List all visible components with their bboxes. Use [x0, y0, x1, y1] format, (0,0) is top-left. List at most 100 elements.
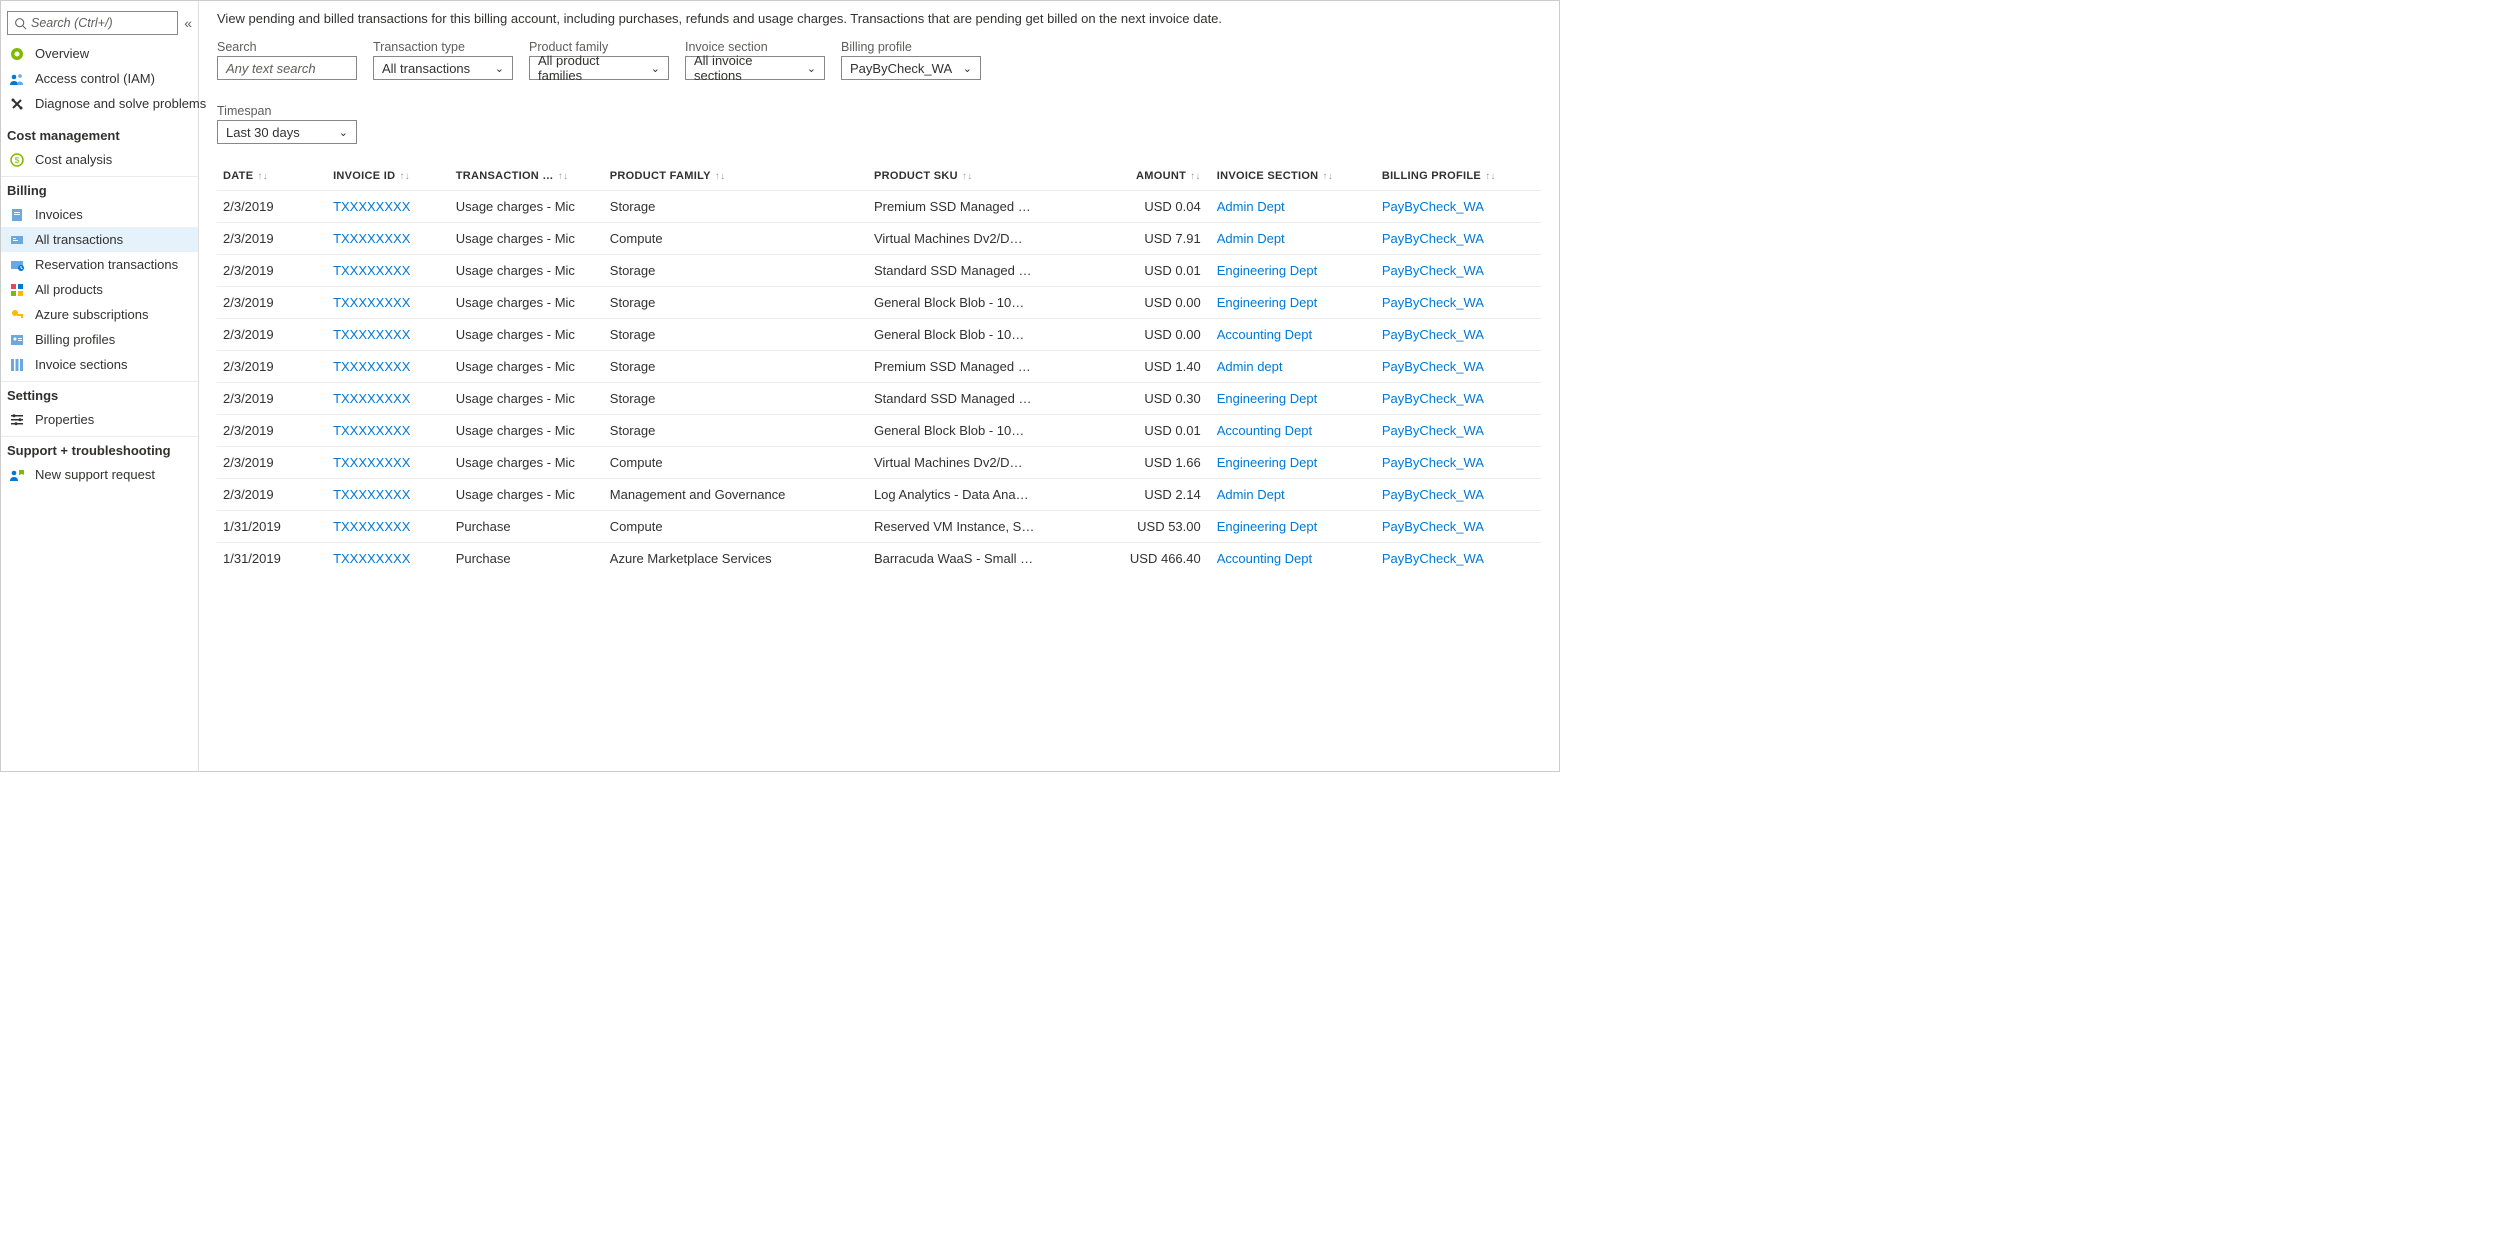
cell-billing-profile[interactable]: PayByCheck_WA	[1376, 383, 1541, 415]
cell-billing-profile[interactable]: PayByCheck_WA	[1376, 319, 1541, 351]
sidebar-item-cost-analysis[interactable]: $Cost analysis	[1, 147, 198, 172]
sidebar-item-new-support-request[interactable]: New support request	[1, 462, 198, 487]
sidebar-item-billing-profiles[interactable]: Billing profiles	[1, 327, 198, 352]
cell-invoice-section[interactable]: Admin Dept	[1211, 223, 1376, 255]
sort-icon: ↑↓	[1485, 171, 1496, 182]
sidebar-item-overview[interactable]: Overview	[1, 41, 198, 66]
cell-invoice-section[interactable]: Engineering Dept	[1211, 447, 1376, 479]
table-row[interactable]: 2/3/2019TXXXXXXXXUsage charges - MicComp…	[217, 223, 1541, 255]
cell-invoice-id[interactable]: TXXXXXXXX	[327, 415, 450, 447]
sidebar-item-properties[interactable]: Properties	[1, 407, 198, 432]
sidebar-item-label: All transactions	[35, 232, 123, 247]
sidebar-item-access-control-iam-[interactable]: Access control (IAM)	[1, 66, 198, 91]
sidebar-item-all-products[interactable]: All products	[1, 277, 198, 302]
cell-billing-profile[interactable]: PayByCheck_WA	[1376, 223, 1541, 255]
table-row[interactable]: 2/3/2019TXXXXXXXXUsage charges - MicStor…	[217, 319, 1541, 351]
cell-billing-profile[interactable]: PayByCheck_WA	[1376, 479, 1541, 511]
cell-invoice-section[interactable]: Accounting Dept	[1211, 415, 1376, 447]
sidebar-item-invoice-sections[interactable]: Invoice sections	[1, 352, 198, 377]
table-row[interactable]: 1/31/2019TXXXXXXXXPurchaseAzure Marketpl…	[217, 543, 1541, 575]
column-header[interactable]: INVOICE ID↑↓	[327, 164, 450, 191]
search-input[interactable]: Search (Ctrl+/)	[7, 11, 178, 35]
transactions-icon	[9, 232, 25, 248]
cell-invoice-section[interactable]: Engineering Dept	[1211, 287, 1376, 319]
cell-product-sku: Standard SSD Managed …	[868, 255, 1088, 287]
column-header[interactable]: DATE↑↓	[217, 164, 327, 191]
column-label: INVOICE SECTION	[1217, 170, 1319, 182]
cell-invoice-id[interactable]: TXXXXXXXX	[327, 383, 450, 415]
cell-billing-profile[interactable]: PayByCheck_WA	[1376, 287, 1541, 319]
column-header[interactable]: BILLING PROFILE↑↓	[1376, 164, 1541, 191]
cell-invoice-id[interactable]: TXXXXXXXX	[327, 223, 450, 255]
cell-billing-profile[interactable]: PayByCheck_WA	[1376, 415, 1541, 447]
sidebar-item-label: Reservation transactions	[35, 257, 178, 272]
cell-billing-profile[interactable]: PayByCheck_WA	[1376, 351, 1541, 383]
table-row[interactable]: 2/3/2019TXXXXXXXXUsage charges - MicComp…	[217, 447, 1541, 479]
cell-invoice-section[interactable]: Admin dept	[1211, 351, 1376, 383]
cost-icon: $	[9, 152, 25, 168]
cell-invoice-section[interactable]: Engineering Dept	[1211, 383, 1376, 415]
table-row[interactable]: 1/31/2019TXXXXXXXXPurchaseComputeReserve…	[217, 511, 1541, 543]
column-header[interactable]: INVOICE SECTION↑↓	[1211, 164, 1376, 191]
cell-billing-profile[interactable]: PayByCheck_WA	[1376, 511, 1541, 543]
chevron-down-icon: ⌄	[339, 126, 348, 139]
table-row[interactable]: 2/3/2019TXXXXXXXXUsage charges - MicStor…	[217, 255, 1541, 287]
sections-icon	[9, 357, 25, 373]
sidebar-item-label: Overview	[35, 46, 89, 61]
nav-section-header: Settings	[1, 381, 198, 407]
cell-invoice-section[interactable]: Admin Dept	[1211, 191, 1376, 223]
column-header[interactable]: AMOUNT↑↓	[1088, 164, 1211, 191]
cell-billing-profile[interactable]: PayByCheck_WA	[1376, 543, 1541, 575]
cell-invoice-id[interactable]: TXXXXXXXX	[327, 447, 450, 479]
sidebar-item-all-transactions[interactable]: All transactions	[1, 227, 198, 252]
cell-billing-profile[interactable]: PayByCheck_WA	[1376, 447, 1541, 479]
column-header[interactable]: PRODUCT SKU↑↓	[868, 164, 1088, 191]
cell-invoice-section[interactable]: Engineering Dept	[1211, 255, 1376, 287]
product-family-value: All product families	[538, 53, 641, 83]
timespan-select[interactable]: Last 30 days ⌄	[217, 120, 357, 144]
product-family-select[interactable]: All product families ⌄	[529, 56, 669, 80]
cell-billing-profile[interactable]: PayByCheck_WA	[1376, 191, 1541, 223]
cell-invoice-id[interactable]: TXXXXXXXX	[327, 191, 450, 223]
cell-invoice-id[interactable]: TXXXXXXXX	[327, 255, 450, 287]
cell-invoice-section[interactable]: Accounting Dept	[1211, 543, 1376, 575]
cell-invoice-id[interactable]: TXXXXXXXX	[327, 479, 450, 511]
collapse-sidebar-button[interactable]: «	[184, 15, 192, 31]
cell-amount: USD 0.30	[1088, 383, 1211, 415]
sort-icon: ↑↓	[1322, 171, 1333, 182]
billing-profile-select[interactable]: PayByCheck_WA ⌄	[841, 56, 981, 80]
cell-invoice-section[interactable]: Accounting Dept	[1211, 319, 1376, 351]
cell-invoice-section[interactable]: Admin Dept	[1211, 479, 1376, 511]
sidebar-item-invoices[interactable]: Invoices	[1, 202, 198, 227]
filter-label: Search	[217, 40, 357, 54]
table-row[interactable]: 2/3/2019TXXXXXXXXUsage charges - MicStor…	[217, 287, 1541, 319]
sidebar-item-diagnose-and-solve-problems[interactable]: Diagnose and solve problems	[1, 91, 198, 116]
column-header[interactable]: TRANSACTION …↑↓	[450, 164, 604, 191]
sidebar-item-azure-subscriptions[interactable]: Azure subscriptions	[1, 302, 198, 327]
table-row[interactable]: 2/3/2019TXXXXXXXXUsage charges - MicStor…	[217, 191, 1541, 223]
column-header[interactable]: PRODUCT FAMILY↑↓	[604, 164, 868, 191]
cell-invoice-id[interactable]: TXXXXXXXX	[327, 319, 450, 351]
table-row[interactable]: 2/3/2019TXXXXXXXXUsage charges - MicMana…	[217, 479, 1541, 511]
table-row[interactable]: 2/3/2019TXXXXXXXXUsage charges - MicStor…	[217, 383, 1541, 415]
chevron-down-icon: ⌄	[495, 62, 504, 75]
cell-amount: USD 0.04	[1088, 191, 1211, 223]
cell-product-family: Compute	[604, 447, 868, 479]
cell-invoice-id[interactable]: TXXXXXXXX	[327, 543, 450, 575]
table-row[interactable]: 2/3/2019TXXXXXXXXUsage charges - MicStor…	[217, 351, 1541, 383]
cell-invoice-section[interactable]: Engineering Dept	[1211, 511, 1376, 543]
sort-icon: ↑↓	[715, 171, 726, 182]
sidebar-item-label: All products	[35, 282, 103, 297]
table-row[interactable]: 2/3/2019TXXXXXXXXUsage charges - MicStor…	[217, 415, 1541, 447]
search-filter-input[interactable]: Any text search	[217, 56, 357, 80]
cell-invoice-id[interactable]: TXXXXXXXX	[327, 351, 450, 383]
cell-invoice-id[interactable]: TXXXXXXXX	[327, 287, 450, 319]
sidebar-item-reservation-transactions[interactable]: Reservation transactions	[1, 252, 198, 277]
cell-billing-profile[interactable]: PayByCheck_WA	[1376, 255, 1541, 287]
transaction-type-select[interactable]: All transactions ⌄	[373, 56, 513, 80]
cell-product-family: Storage	[604, 287, 868, 319]
invoice-section-select[interactable]: All invoice sections ⌄	[685, 56, 825, 80]
filter-label: Timespan	[217, 104, 357, 118]
cell-invoice-id[interactable]: TXXXXXXXX	[327, 511, 450, 543]
products-icon	[9, 282, 25, 298]
